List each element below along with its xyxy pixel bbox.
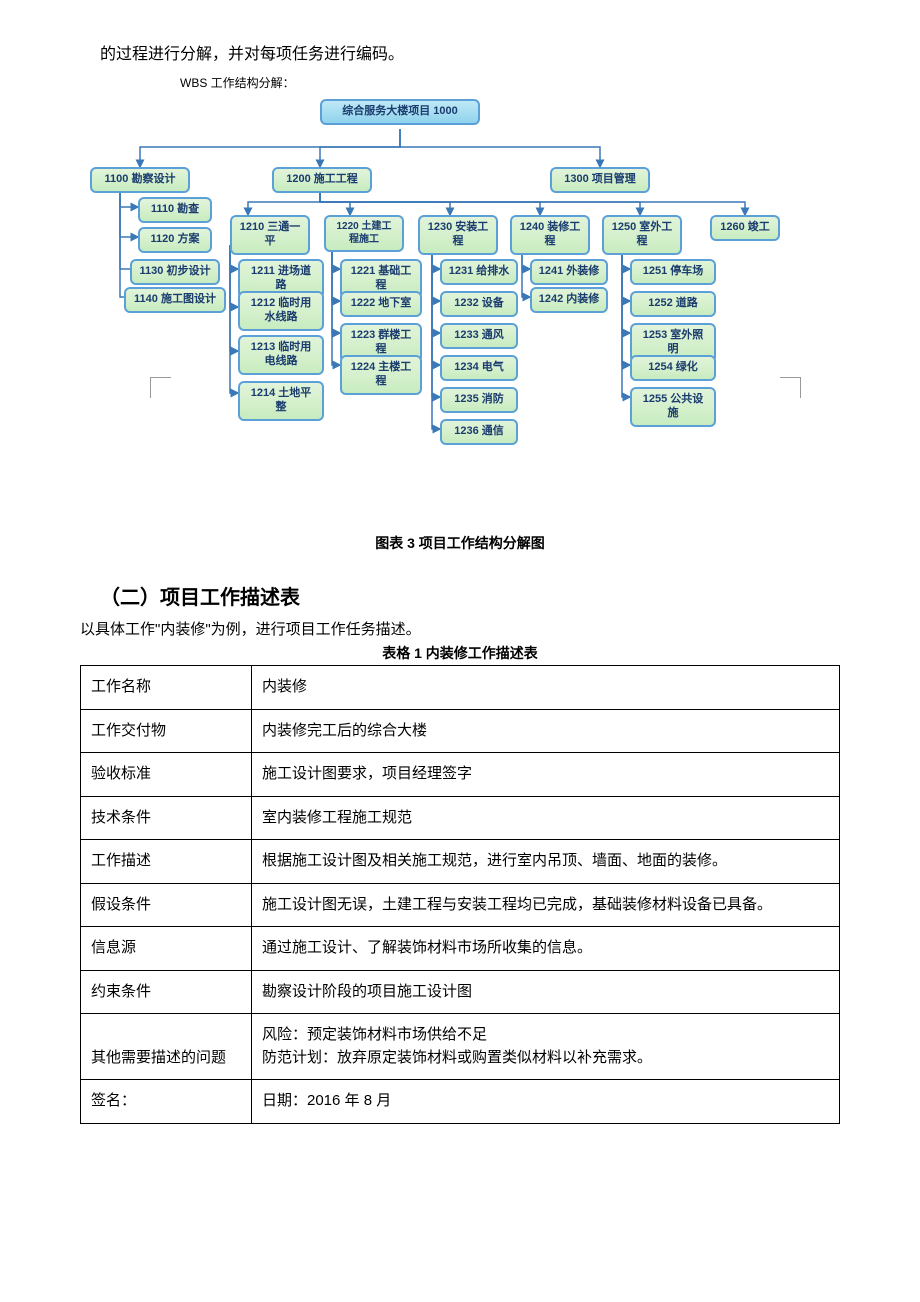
r5-value: 根据施工设计图及相关施工规范，进行室内吊顶、墙面、地面的装修。 bbox=[252, 840, 840, 884]
r7-value: 通过施工设计、了解装饰材料市场所收集的信息。 bbox=[252, 927, 840, 971]
r2-value: 内装修完工后的综合大楼 bbox=[252, 709, 840, 753]
r7-label: 信息源 bbox=[81, 927, 252, 971]
r10-value: 日期：2016 年 8 月 bbox=[252, 1080, 840, 1124]
node-1224: 1224 主楼工程 bbox=[340, 355, 422, 395]
r3-label: 验收标准 bbox=[81, 753, 252, 797]
node-1300: 1300 项目管理 bbox=[550, 167, 650, 193]
r1-value: 内装修 bbox=[252, 666, 840, 710]
node-1231: 1231 给排水 bbox=[440, 259, 518, 285]
node-1232: 1232 设备 bbox=[440, 291, 518, 317]
section-heading: （二）项目工作描述表 bbox=[100, 581, 840, 610]
node-1220: 1220 土建工程施工 bbox=[324, 215, 404, 252]
node-1213: 1213 临时用电线路 bbox=[238, 335, 324, 375]
r1-label: 工作名称 bbox=[81, 666, 252, 710]
node-root: 综合服务大楼项目 1000 bbox=[320, 99, 480, 125]
node-1250: 1250 室外工程 bbox=[602, 215, 682, 255]
node-1255: 1255 公共设施 bbox=[630, 387, 716, 427]
node-1233: 1233 通风 bbox=[440, 323, 518, 349]
node-1222: 1222 地下室 bbox=[340, 291, 422, 317]
node-1252: 1252 道路 bbox=[630, 291, 716, 317]
node-1242: 1242 内装修 bbox=[530, 287, 608, 313]
node-1254: 1254 绿化 bbox=[630, 355, 716, 381]
r10-label: 签名： bbox=[81, 1080, 252, 1124]
figure-caption: 图表 3 项目工作结构分解图 bbox=[80, 533, 840, 553]
wbs-diagram: 综合服务大楼项目 1000 1100 勘察设计 1200 施工工程 1300 项… bbox=[80, 97, 820, 517]
subtext: 以具体工作"内装修"为例，进行项目工作任务描述。 bbox=[80, 618, 840, 639]
node-1120: 1120 方案 bbox=[138, 227, 212, 253]
node-1236: 1236 通信 bbox=[440, 419, 518, 445]
node-1210: 1210 三通一平 bbox=[230, 215, 310, 255]
r4-label: 技术条件 bbox=[81, 796, 252, 840]
r8-value: 勘察设计阶段的项目施工设计图 bbox=[252, 970, 840, 1014]
node-1200: 1200 施工工程 bbox=[272, 167, 372, 193]
node-1214: 1214 土地平整 bbox=[238, 381, 324, 421]
node-1230: 1230 安装工程 bbox=[418, 215, 498, 255]
r4-value: 室内装修工程施工规范 bbox=[252, 796, 840, 840]
r8-label: 约束条件 bbox=[81, 970, 252, 1014]
r9-value: 风险：预定装饰材料市场供给不足 防范计划：放弃原定装饰材料或购置类似材料以补充需… bbox=[252, 1014, 840, 1080]
node-1140: 1140 施工图设计 bbox=[124, 287, 226, 313]
node-1260: 1260 竣工 bbox=[710, 215, 780, 241]
table-caption: 表格 1 内装修工作描述表 bbox=[80, 643, 840, 663]
node-1100: 1100 勘察设计 bbox=[90, 167, 190, 193]
r6-value: 施工设计图无误，土建工程与安装工程均已完成，基础装修材料设备已具备。 bbox=[252, 883, 840, 927]
r3-value: 施工设计图要求，项目经理签字 bbox=[252, 753, 840, 797]
node-1110: 1110 勘查 bbox=[138, 197, 212, 223]
r6-label: 假设条件 bbox=[81, 883, 252, 927]
node-1240: 1240 装修工程 bbox=[510, 215, 590, 255]
r9-label: 其他需要描述的问题 bbox=[81, 1014, 252, 1080]
node-1212: 1212 临时用水线路 bbox=[238, 291, 324, 331]
node-1251: 1251 停车场 bbox=[630, 259, 716, 285]
work-description-table: 工作名称内装修 工作交付物内装修完工后的综合大楼 验收标准施工设计图要求，项目经… bbox=[80, 665, 840, 1124]
node-1235: 1235 消防 bbox=[440, 387, 518, 413]
r2-label: 工作交付物 bbox=[81, 709, 252, 753]
wbs-label: WBS 工作结构分解： bbox=[180, 74, 840, 91]
r5-label: 工作描述 bbox=[81, 840, 252, 884]
intro-text: 的过程进行分解，并对每项任务进行编码。 bbox=[80, 40, 840, 64]
node-1234: 1234 电气 bbox=[440, 355, 518, 381]
node-1130: 1130 初步设计 bbox=[130, 259, 220, 285]
node-1241: 1241 外装修 bbox=[530, 259, 608, 285]
